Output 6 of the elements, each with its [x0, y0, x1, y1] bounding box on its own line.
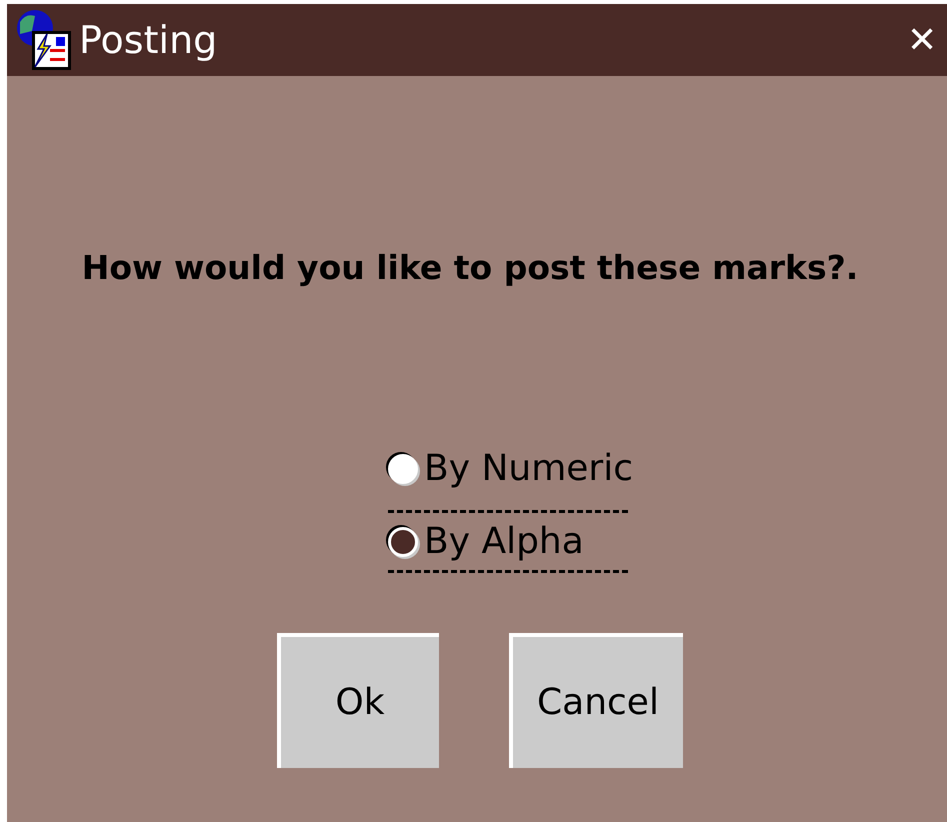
close-button[interactable]: ✕: [903, 19, 941, 61]
window-title: Posting: [79, 18, 218, 62]
dialog-button[interactable]: Ok: [277, 633, 439, 768]
dialog-button[interactable]: Cancel: [509, 633, 683, 768]
question-text: How would you like to post these marks?.: [80, 248, 860, 287]
radio-option[interactable]: By Alpha: [388, 510, 628, 573]
